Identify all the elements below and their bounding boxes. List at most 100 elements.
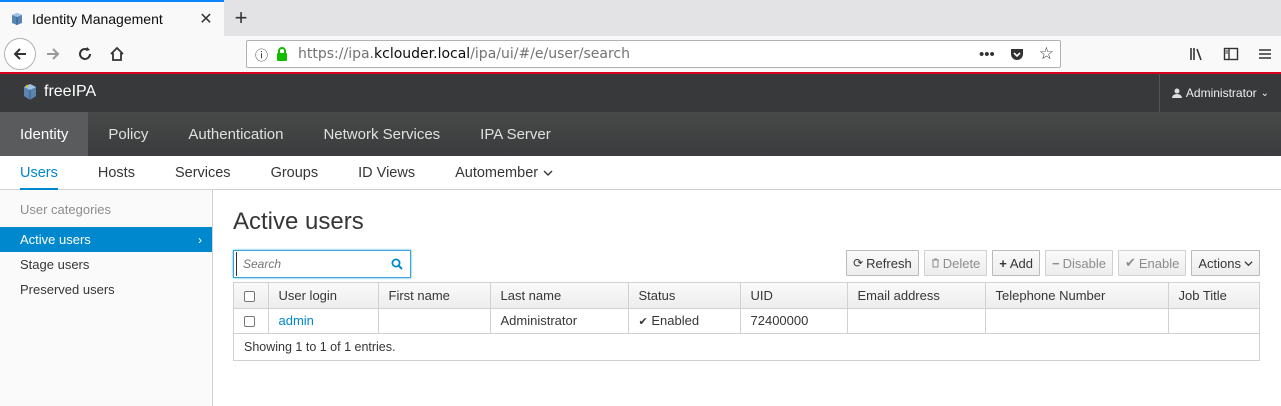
cell-email <box>847 308 986 334</box>
user-login-link[interactable]: admin <box>279 313 314 328</box>
freeipa-logo-icon <box>24 84 36 100</box>
action-buttons: ⟳ Refresh Delete + Add − Disable ✔ Enabl… <box>846 250 1260 276</box>
tab-users[interactable]: Users <box>0 156 78 190</box>
new-tab-icon[interactable]: + <box>228 5 254 30</box>
row-select-cell <box>234 308 269 334</box>
masthead: freeIPA Administrator ⌄ <box>0 74 1281 112</box>
nav-network-services[interactable]: Network Services <box>303 112 460 156</box>
url-prefix: https://ipa. <box>298 46 375 62</box>
add-label: Add <box>1009 255 1034 271</box>
close-tab-icon[interactable]: ✕ <box>194 7 218 31</box>
nav-ipa-server[interactable]: IPA Server <box>460 112 571 156</box>
cell-first-name <box>378 308 491 334</box>
table-footer: Showing 1 to 1 of 1 entries. <box>244 339 396 354</box>
disable-label: Disable <box>1062 255 1106 271</box>
column-header-email[interactable]: Email address <box>847 283 986 309</box>
refresh-icon: ⟳ <box>853 256 864 270</box>
pocket-icon[interactable] <box>1009 46 1025 62</box>
refresh-button[interactable]: ⟳ Refresh <box>846 250 919 276</box>
chevron-down-icon: ⌄ <box>1260 87 1269 99</box>
browser-tab[interactable]: Identity Management ✕ <box>0 0 224 36</box>
refresh-label: Refresh <box>866 255 912 271</box>
enable-button[interactable]: ✔ Enable <box>1117 250 1187 276</box>
tab-groups[interactable]: Groups <box>251 156 339 189</box>
minus-icon: − <box>1052 255 1060 271</box>
freeipa-favicon-icon <box>12 13 22 25</box>
nav-identity[interactable]: Identity <box>0 112 89 156</box>
page-actions-icon[interactable]: ••• <box>979 46 995 63</box>
cell-job-title <box>1168 308 1259 334</box>
search-box <box>233 250 411 278</box>
main-panel: Active users ⟳ Refresh Delete + <box>233 190 1260 280</box>
enable-label: Enable <box>1138 255 1180 271</box>
primary-nav: Identity Policy Authentication Network S… <box>0 112 1281 156</box>
user-icon <box>1171 88 1182 98</box>
cell-status: ✔ Enabled <box>628 308 741 334</box>
actions-label: Actions <box>1198 255 1241 271</box>
url-bar[interactable]: ⓘ https://ipa.kclouder.local/ipa/ui/#/e/… <box>246 40 1061 68</box>
user-menu[interactable]: Administrator ⌄ <box>1158 74 1281 112</box>
trash-icon <box>931 258 939 268</box>
bookmark-star-icon[interactable]: ☆ <box>1039 44 1054 64</box>
actions-dropdown[interactable]: Actions <box>1191 250 1260 276</box>
search-input[interactable] <box>236 252 384 276</box>
tab-hosts[interactable]: Hosts <box>78 156 155 189</box>
sidebar-heading: User categories <box>20 202 112 217</box>
url-domain: kclouder.local <box>374 46 471 62</box>
tab-automember-label: Automember <box>455 164 539 181</box>
tab-id-views[interactable]: ID Views <box>338 156 435 189</box>
column-header-first-name[interactable]: First name <box>378 283 491 309</box>
home-icon[interactable] <box>102 39 132 69</box>
hamburger-menu-icon[interactable] <box>1257 46 1273 62</box>
user-name: Administrator <box>1185 86 1257 100</box>
check-icon: ✔ <box>638 316 648 328</box>
cell-user-login: admin <box>268 308 379 334</box>
toolbar: ⟳ Refresh Delete + Add − Disable ✔ En <box>233 250 1260 280</box>
info-icon[interactable]: ⓘ <box>255 45 268 64</box>
cell-telephone <box>985 308 1169 334</box>
freeipa-logo[interactable]: freeIPA <box>22 83 96 101</box>
library-icon[interactable] <box>1189 46 1205 62</box>
add-button[interactable]: + Add <box>992 250 1041 276</box>
cell-last-name: Administrator <box>490 308 629 334</box>
browser-navbar: ⓘ https://ipa.kclouder.local/ipa/ui/#/e/… <box>0 36 1281 74</box>
sidebar-item-stage-users[interactable]: Stage users <box>0 252 212 277</box>
content-area: User categories Active users › Stage use… <box>0 190 1281 406</box>
browser-tabbar: Identity Management ✕ + <box>0 0 1281 36</box>
page-title: Active users <box>233 208 364 235</box>
search-icon <box>391 258 403 270</box>
column-header-uid[interactable]: UID <box>740 283 848 309</box>
users-table: User login First name Last name Status U… <box>233 282 1260 361</box>
lock-icon <box>277 47 288 61</box>
nav-policy[interactable]: Policy <box>88 112 168 156</box>
back-icon[interactable] <box>4 38 36 70</box>
sidebar-icon[interactable] <box>1223 46 1239 62</box>
row-checkbox[interactable] <box>244 316 255 328</box>
column-header-job-title[interactable]: Job Title <box>1168 283 1259 309</box>
forward-icon[interactable] <box>38 39 68 69</box>
reload-icon[interactable] <box>70 39 100 69</box>
sidebar-item-preserved-users[interactable]: Preserved users <box>0 277 212 302</box>
secondary-nav: Users Hosts Services Groups ID Views Aut… <box>0 156 1281 190</box>
delete-button[interactable]: Delete <box>923 250 988 276</box>
delete-label: Delete <box>942 255 981 271</box>
column-header-last-name[interactable]: Last name <box>490 283 629 309</box>
sidebar-item-active-users[interactable]: Active users › <box>0 227 212 252</box>
chevron-down-icon <box>543 170 553 176</box>
column-header-user-login[interactable]: User login <box>268 283 379 309</box>
table-header-row: User login First name Last name Status U… <box>234 283 1259 309</box>
select-all-checkbox[interactable] <box>244 290 255 302</box>
tab-services[interactable]: Services <box>155 156 251 189</box>
check-icon: ✔ <box>1124 255 1136 270</box>
select-all-cell <box>234 283 269 309</box>
chevron-down-icon <box>1244 260 1253 266</box>
disable-button[interactable]: − Disable <box>1045 250 1113 276</box>
nav-authentication[interactable]: Authentication <box>168 112 303 156</box>
url-path: /ipa/ui/#/e/user/search <box>470 46 631 62</box>
url-text: https://ipa.kclouder.local/ipa/ui/#/e/us… <box>298 46 630 62</box>
search-button[interactable] <box>384 251 410 277</box>
plus-icon: + <box>999 255 1007 271</box>
column-header-telephone[interactable]: Telephone Number <box>985 283 1169 309</box>
tab-automember[interactable]: Automember <box>435 156 573 189</box>
column-header-status[interactable]: Status <box>628 283 741 309</box>
